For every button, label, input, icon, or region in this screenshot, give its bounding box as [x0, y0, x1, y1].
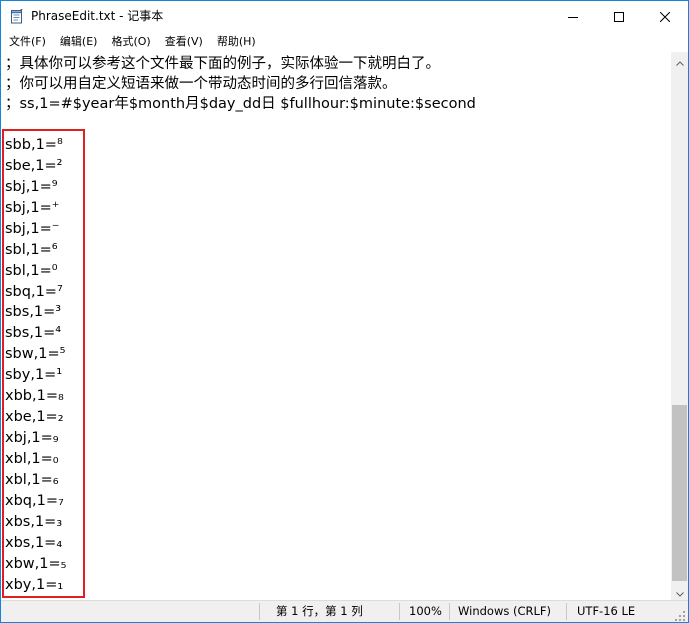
- resize-grip-icon[interactable]: [674, 607, 686, 621]
- chevron-down-icon: [675, 582, 684, 601]
- title-bar[interactable]: PhraseEdit.txt - 记事本: [1, 1, 688, 32]
- status-divider: [449, 603, 450, 620]
- maximize-icon: [614, 7, 624, 26]
- minimize-icon: [568, 7, 578, 26]
- window-title: PhraseEdit.txt - 记事本: [31, 9, 164, 23]
- menu-edit[interactable]: 编辑(E): [53, 32, 105, 51]
- zoom-level: 100%: [409, 604, 442, 618]
- highlight-box: [2, 129, 85, 598]
- close-icon: [659, 7, 671, 26]
- close-button[interactable]: [642, 1, 688, 32]
- maximize-button[interactable]: [596, 1, 642, 32]
- menu-help[interactable]: 帮助(H): [210, 32, 263, 51]
- chevron-up-icon: [675, 51, 684, 70]
- notepad-window: PhraseEdit.txt - 记事本 文件(F) 编辑(E) 格式(O) 查…: [0, 0, 689, 623]
- status-divider: [566, 603, 567, 620]
- editor-line: ；ss,1=#$year年$month月$day_dd日 $fullhour:$…: [5, 96, 476, 112]
- menu-bar: 文件(F) 编辑(E) 格式(O) 查看(V) 帮助(H): [1, 32, 688, 51]
- text-editor[interactable]: ；具体你可以参考这个文件最下面的例子，实际体验一下就明白了。 ；你可以用自定义短…: [1, 52, 671, 600]
- menu-view[interactable]: 查看(V): [158, 32, 210, 51]
- vertical-scrollbar[interactable]: [671, 52, 688, 600]
- menu-format[interactable]: 格式(O): [104, 32, 157, 51]
- status-divider: [259, 603, 260, 620]
- scroll-down-button[interactable]: [671, 583, 688, 600]
- file-encoding: UTF-16 LE: [577, 604, 636, 618]
- editor-line: ；你可以用自定义短语来做一个带动态时间的多行回信落款。: [5, 76, 397, 92]
- cursor-position: 第 1 行，第 1 列: [276, 604, 363, 618]
- status-divider: [399, 603, 400, 620]
- editor-line: ；具体你可以参考这个文件最下面的例子，实际体验一下就明白了。: [5, 56, 440, 72]
- line-ending: Windows (CRLF): [458, 604, 552, 618]
- menu-file[interactable]: 文件(F): [2, 32, 53, 51]
- minimize-button[interactable]: [550, 1, 596, 32]
- notepad-icon: [10, 7, 24, 24]
- status-bar: 第 1 行，第 1 列 100% Windows (CRLF) UTF-16 L…: [1, 600, 688, 622]
- scrollbar-thumb[interactable]: [672, 405, 687, 581]
- scroll-up-button[interactable]: [671, 52, 688, 69]
